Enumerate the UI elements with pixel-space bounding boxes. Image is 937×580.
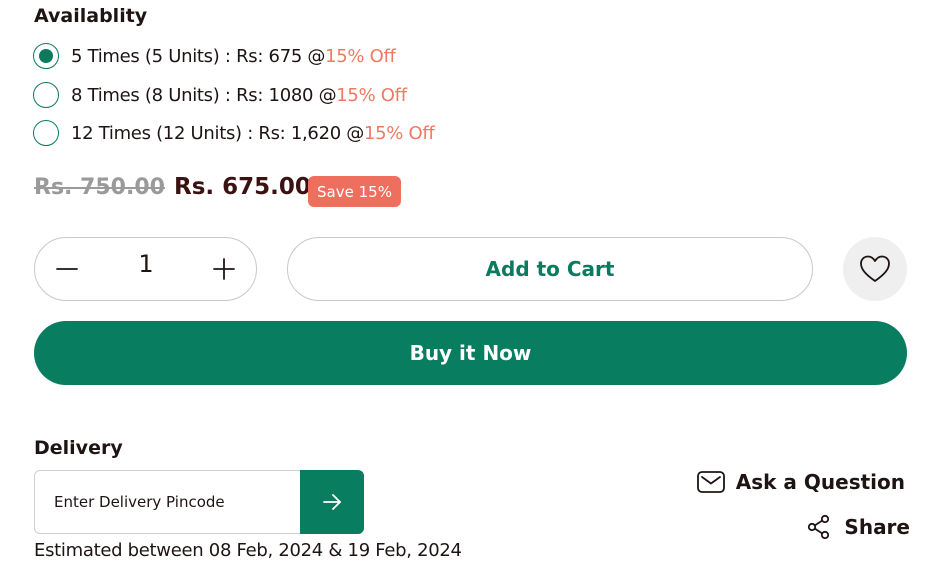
- heart-icon: [860, 255, 890, 282]
- option-discount: 15% Off: [336, 84, 407, 106]
- share-label: Share: [844, 515, 910, 539]
- decrease-quantity-button[interactable]: [35, 238, 99, 300]
- save-badge: Save 15%: [308, 176, 401, 207]
- option-8-times[interactable]: 8 Times (8 Units) : Rs: 1080 @15% Off: [33, 80, 407, 110]
- original-price: Rs. 750.00: [34, 175, 165, 200]
- envelope-icon: [696, 471, 725, 493]
- delivery-heading: Delivery: [34, 437, 123, 459]
- option-5-times[interactable]: 5 Times (5 Units) : Rs: 675 @15% Off: [33, 41, 396, 71]
- availability-heading: Availablity: [34, 5, 148, 27]
- add-to-cart-button[interactable]: Add to Cart: [287, 237, 813, 301]
- current-price: Rs. 675.00: [174, 174, 311, 200]
- pincode-submit-button[interactable]: [300, 470, 364, 534]
- option-discount: 15% Off: [364, 122, 435, 144]
- option-text: 12 Times (12 Units) : Rs: 1,620 @: [71, 122, 364, 144]
- radio-selected-dot: [39, 49, 53, 63]
- ask-question-label: Ask a Question: [735, 470, 905, 494]
- ask-question-button[interactable]: Ask a Question: [696, 469, 905, 495]
- plus-icon: [213, 258, 235, 280]
- option-label: 8 Times (8 Units) : Rs: 1080 @15% Off: [71, 85, 407, 106]
- option-12-times[interactable]: 12 Times (12 Units) : Rs: 1,620 @15% Off: [33, 118, 435, 148]
- radio-button[interactable]: [33, 43, 59, 69]
- option-label: 12 Times (12 Units) : Rs: 1,620 @15% Off: [71, 122, 435, 144]
- radio-button[interactable]: [33, 120, 59, 146]
- arrow-right-icon: [323, 494, 341, 510]
- wishlist-button[interactable]: [843, 237, 907, 301]
- radio-button[interactable]: [33, 82, 59, 108]
- delivery-estimate: Estimated between 08 Feb, 2024 & 19 Feb,…: [34, 540, 462, 561]
- pincode-input[interactable]: [35, 471, 299, 533]
- option-discount: 15% Off: [325, 45, 396, 67]
- quantity-value[interactable]: 1: [115, 250, 177, 278]
- share-icon: [808, 514, 830, 540]
- option-text: 5 Times (5 Units) : Rs: 675 @: [71, 45, 326, 67]
- quantity-stepper: 1: [34, 237, 257, 301]
- share-button[interactable]: Share: [806, 514, 910, 540]
- minus-icon: [56, 268, 78, 270]
- increase-quantity-button[interactable]: [192, 238, 256, 300]
- option-text: 8 Times (8 Units) : Rs: 1080 @: [71, 84, 337, 106]
- buy-now-button[interactable]: Buy it Now: [34, 321, 907, 385]
- pincode-form: [34, 470, 364, 534]
- option-label: 5 Times (5 Units) : Rs: 675 @15% Off: [71, 46, 396, 67]
